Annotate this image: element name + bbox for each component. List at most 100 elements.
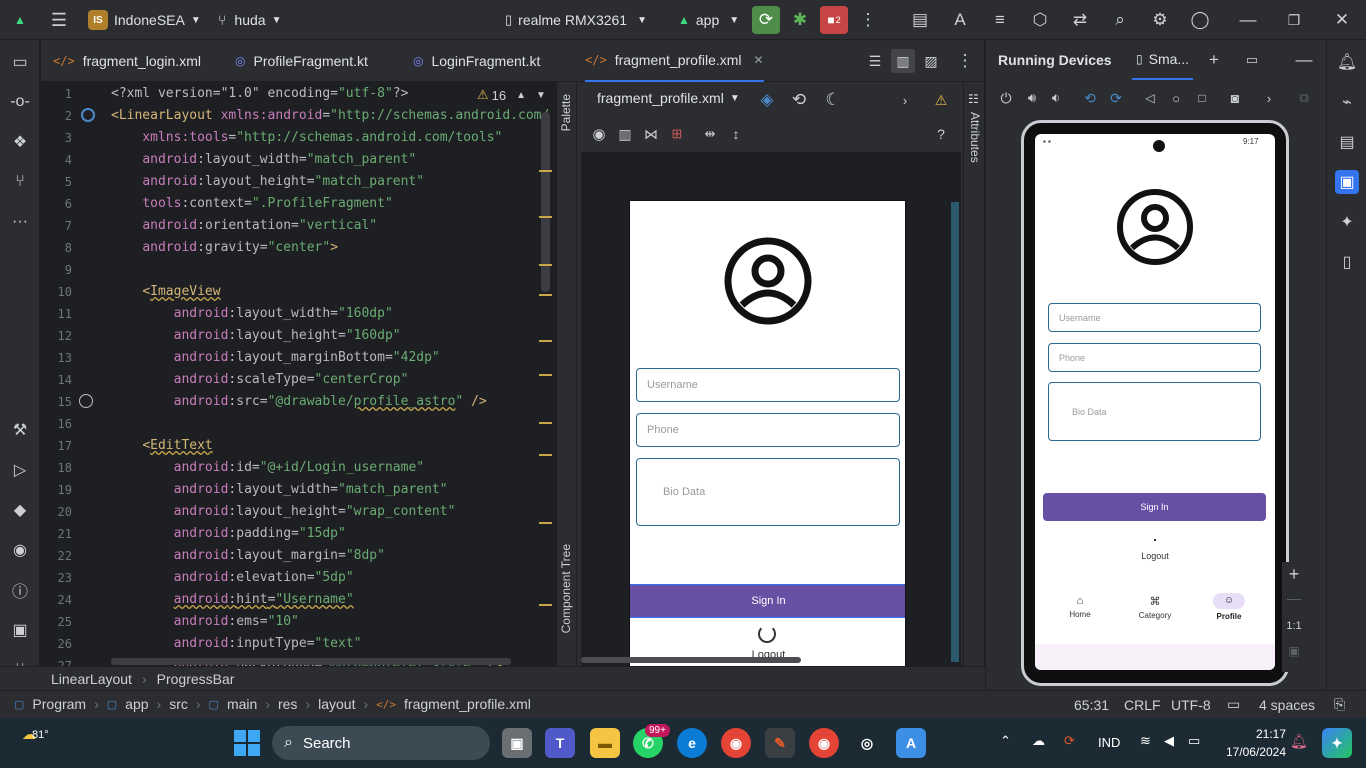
more-tools-icon[interactable]: ··· <box>8 210 32 234</box>
screenshot-icon[interactable]: ◙ <box>1223 86 1247 110</box>
more-actions-icon[interactable]: ⋮ <box>856 8 880 32</box>
attributes-icon[interactable]: ☷ <box>968 92 979 106</box>
breadcrumb-linearlayout[interactable]: LinearLayout <box>51 671 132 687</box>
device-manager-icon[interactable]: ▯ <box>1335 250 1359 274</box>
code-line[interactable]: android:orientation="vertical" <box>111 218 377 233</box>
code-line[interactable]: android:layout_marginBottom="42dp" <box>111 350 440 365</box>
palette-label[interactable]: Palette <box>559 94 573 131</box>
power-icon[interactable]: ⏻ <box>994 86 1018 110</box>
close-tab-icon[interactable]: ✕ <box>754 53 764 67</box>
circle-app-icon[interactable]: ◎ <box>852 728 882 758</box>
nav-profile[interactable]: ☺ Profile <box>1204 593 1254 621</box>
line-ending[interactable]: CRLF <box>1124 697 1161 713</box>
warning-marker[interactable] <box>539 340 552 342</box>
mirror-settings-icon[interactable]: ⧉ <box>1292 86 1316 110</box>
warning-marker[interactable] <box>539 216 552 218</box>
chevron-up-icon[interactable]: ▲ <box>516 90 526 101</box>
input-language[interactable]: IND <box>1098 735 1120 750</box>
battery-icon[interactable]: ▭ <box>1188 733 1200 749</box>
warning-marker[interactable] <box>539 264 552 266</box>
copilot-icon[interactable]: ✦ <box>1322 728 1352 758</box>
code-line[interactable]: android:layout_height="wrap_content" <box>111 504 456 519</box>
path-file[interactable]: fragment_profile.xml <box>404 696 531 712</box>
error-stripe[interactable] <box>537 82 555 666</box>
design-view-icon[interactable]: ▨ <box>919 49 943 73</box>
canvas-scrollbar[interactable] <box>581 657 959 664</box>
readonly-toggle-icon[interactable]: ▭ <box>1227 696 1240 713</box>
volume-down-icon[interactable]: 🔉︎ <box>1044 86 1068 110</box>
tab-profile-fragment[interactable]: ◎ ProfileFragment.kt <box>235 40 368 82</box>
device-manager-icon[interactable]: ▤ <box>908 8 932 32</box>
lock-icon[interactable]: ⎘ <box>1334 696 1345 713</box>
wifi-icon[interactable]: ≋ <box>1140 733 1151 749</box>
path-program[interactable]: Program <box>32 696 86 712</box>
code-view-icon[interactable]: ☰ <box>863 49 887 73</box>
device-file-explorer-icon[interactable]: ▤ <box>1335 130 1359 154</box>
chevron-right-icon[interactable]: › <box>893 88 917 112</box>
bio-field[interactable]: Bio Data <box>1048 382 1261 441</box>
close-window-icon[interactable]: ✕ <box>1330 8 1354 32</box>
main-menu-icon[interactable]: ☰ <box>47 8 71 32</box>
orientation-icon[interactable]: ⟲ <box>787 88 811 112</box>
warning-marker[interactable] <box>539 604 552 606</box>
maximize-icon[interactable]: ❐ <box>1282 8 1306 32</box>
running-devices-icon[interactable]: ▣ <box>1335 170 1359 194</box>
tray-chevron-up-icon[interactable]: ⌃ <box>1000 733 1011 749</box>
window-options-icon[interactable]: ▭ <box>1240 48 1264 72</box>
build-icon[interactable]: ⚒ <box>8 418 32 442</box>
settings-icon[interactable]: ⚙ <box>1148 8 1172 32</box>
code-line[interactable]: <LinearLayout xmlns:android="http://sche… <box>111 108 549 123</box>
debug-icon[interactable]: ✱ <box>788 8 812 32</box>
code-line[interactable]: android:layout_margin="8dp" <box>111 548 385 563</box>
path-src[interactable]: src <box>169 696 188 712</box>
code-line[interactable]: <ImageView <box>111 284 220 299</box>
warning-marker[interactable] <box>539 422 552 424</box>
rotate-right-icon[interactable]: ⟳ <box>1104 86 1128 110</box>
device-tab[interactable]: ▯ Sma... <box>1132 40 1194 80</box>
username-field[interactable]: Username <box>1048 303 1261 332</box>
notification-bell-icon[interactable]: 🔔︎ <box>1290 733 1308 750</box>
warning-marker[interactable] <box>539 522 552 524</box>
run-icon[interactable]: ▷ <box>8 458 32 482</box>
terminal-icon[interactable]: ▣ <box>8 618 32 642</box>
code-line[interactable]: android:layout_width="match_parent" <box>111 482 448 497</box>
path-app[interactable]: app <box>125 696 148 712</box>
split-view-icon[interactable]: ▥ <box>891 49 915 73</box>
search-box[interactable]: ⌕ Search <box>272 726 490 760</box>
signin-button[interactable]: Sign In <box>1043 493 1266 521</box>
breadcrumb-progressbar[interactable]: ProgressBar <box>157 671 235 687</box>
progress-spinner[interactable] <box>758 625 776 643</box>
night-mode-icon[interactable]: ☾ <box>821 88 845 112</box>
notifications-icon[interactable]: 🔔︎ <box>1335 50 1359 74</box>
code-line[interactable]: android:ems="10" <box>111 614 299 629</box>
add-device-icon[interactable]: + <box>1202 48 1226 72</box>
logcat-icon[interactable]: ≡ <box>988 8 1012 32</box>
nav-home[interactable]: ⌂ Home <box>1055 595 1105 619</box>
warning-icon[interactable]: ⚠ <box>929 88 953 112</box>
code-editor[interactable]: 1 2 3 4 5 6 7 8 9 10 11 12 13 14 15 16 17 18 19 20 21 22 23 24 2… <box>41 82 555 666</box>
branch-selector[interactable]: ⑂ huda ▼ <box>218 0 281 40</box>
help-icon[interactable]: ? <box>929 122 953 146</box>
bio-field[interactable]: Bio Data <box>636 458 900 526</box>
signin-button[interactable]: Sign In <box>630 584 905 618</box>
code-line[interactable]: android:gravity="center"> <box>111 240 338 255</box>
tab-options-icon[interactable]: ⋮ <box>953 49 977 73</box>
code-line[interactable]: android:layout_height="match_parent" <box>111 174 424 189</box>
code-line[interactable]: android:id="@+id/Login_username" <box>111 460 424 475</box>
project-view-icon[interactable]: ▭ <box>8 50 32 74</box>
code-line[interactable]: tools:context=".ProfileFragment" <box>111 196 392 211</box>
indent-setting[interactable]: 4 spaces <box>1259 697 1315 713</box>
sdk-manager-icon[interactable]: ⬡ <box>1028 8 1052 32</box>
inspection-widget[interactable]: ⚠ 16 ▲ ▼ <box>477 87 546 103</box>
device-selector[interactable]: ▯ realme RMX3261 ▼ <box>505 0 647 40</box>
logout-text[interactable]: Logout <box>1035 551 1275 561</box>
app-quality-icon[interactable]: ◆ <box>8 498 32 522</box>
account-icon[interactable]: ◯ <box>1188 8 1212 32</box>
eye-icon[interactable]: ◉ <box>587 122 611 146</box>
tray-sync-icon[interactable]: ⟳ <box>1064 733 1075 749</box>
code-line[interactable]: android:padding="15dp" <box>111 526 346 541</box>
warning-marker[interactable] <box>539 454 552 456</box>
code-line[interactable]: android:elevation="5dp" <box>111 570 354 585</box>
git-tool-icon[interactable]: ✎ <box>765 728 795 758</box>
phone-field[interactable]: Phone <box>636 413 900 447</box>
